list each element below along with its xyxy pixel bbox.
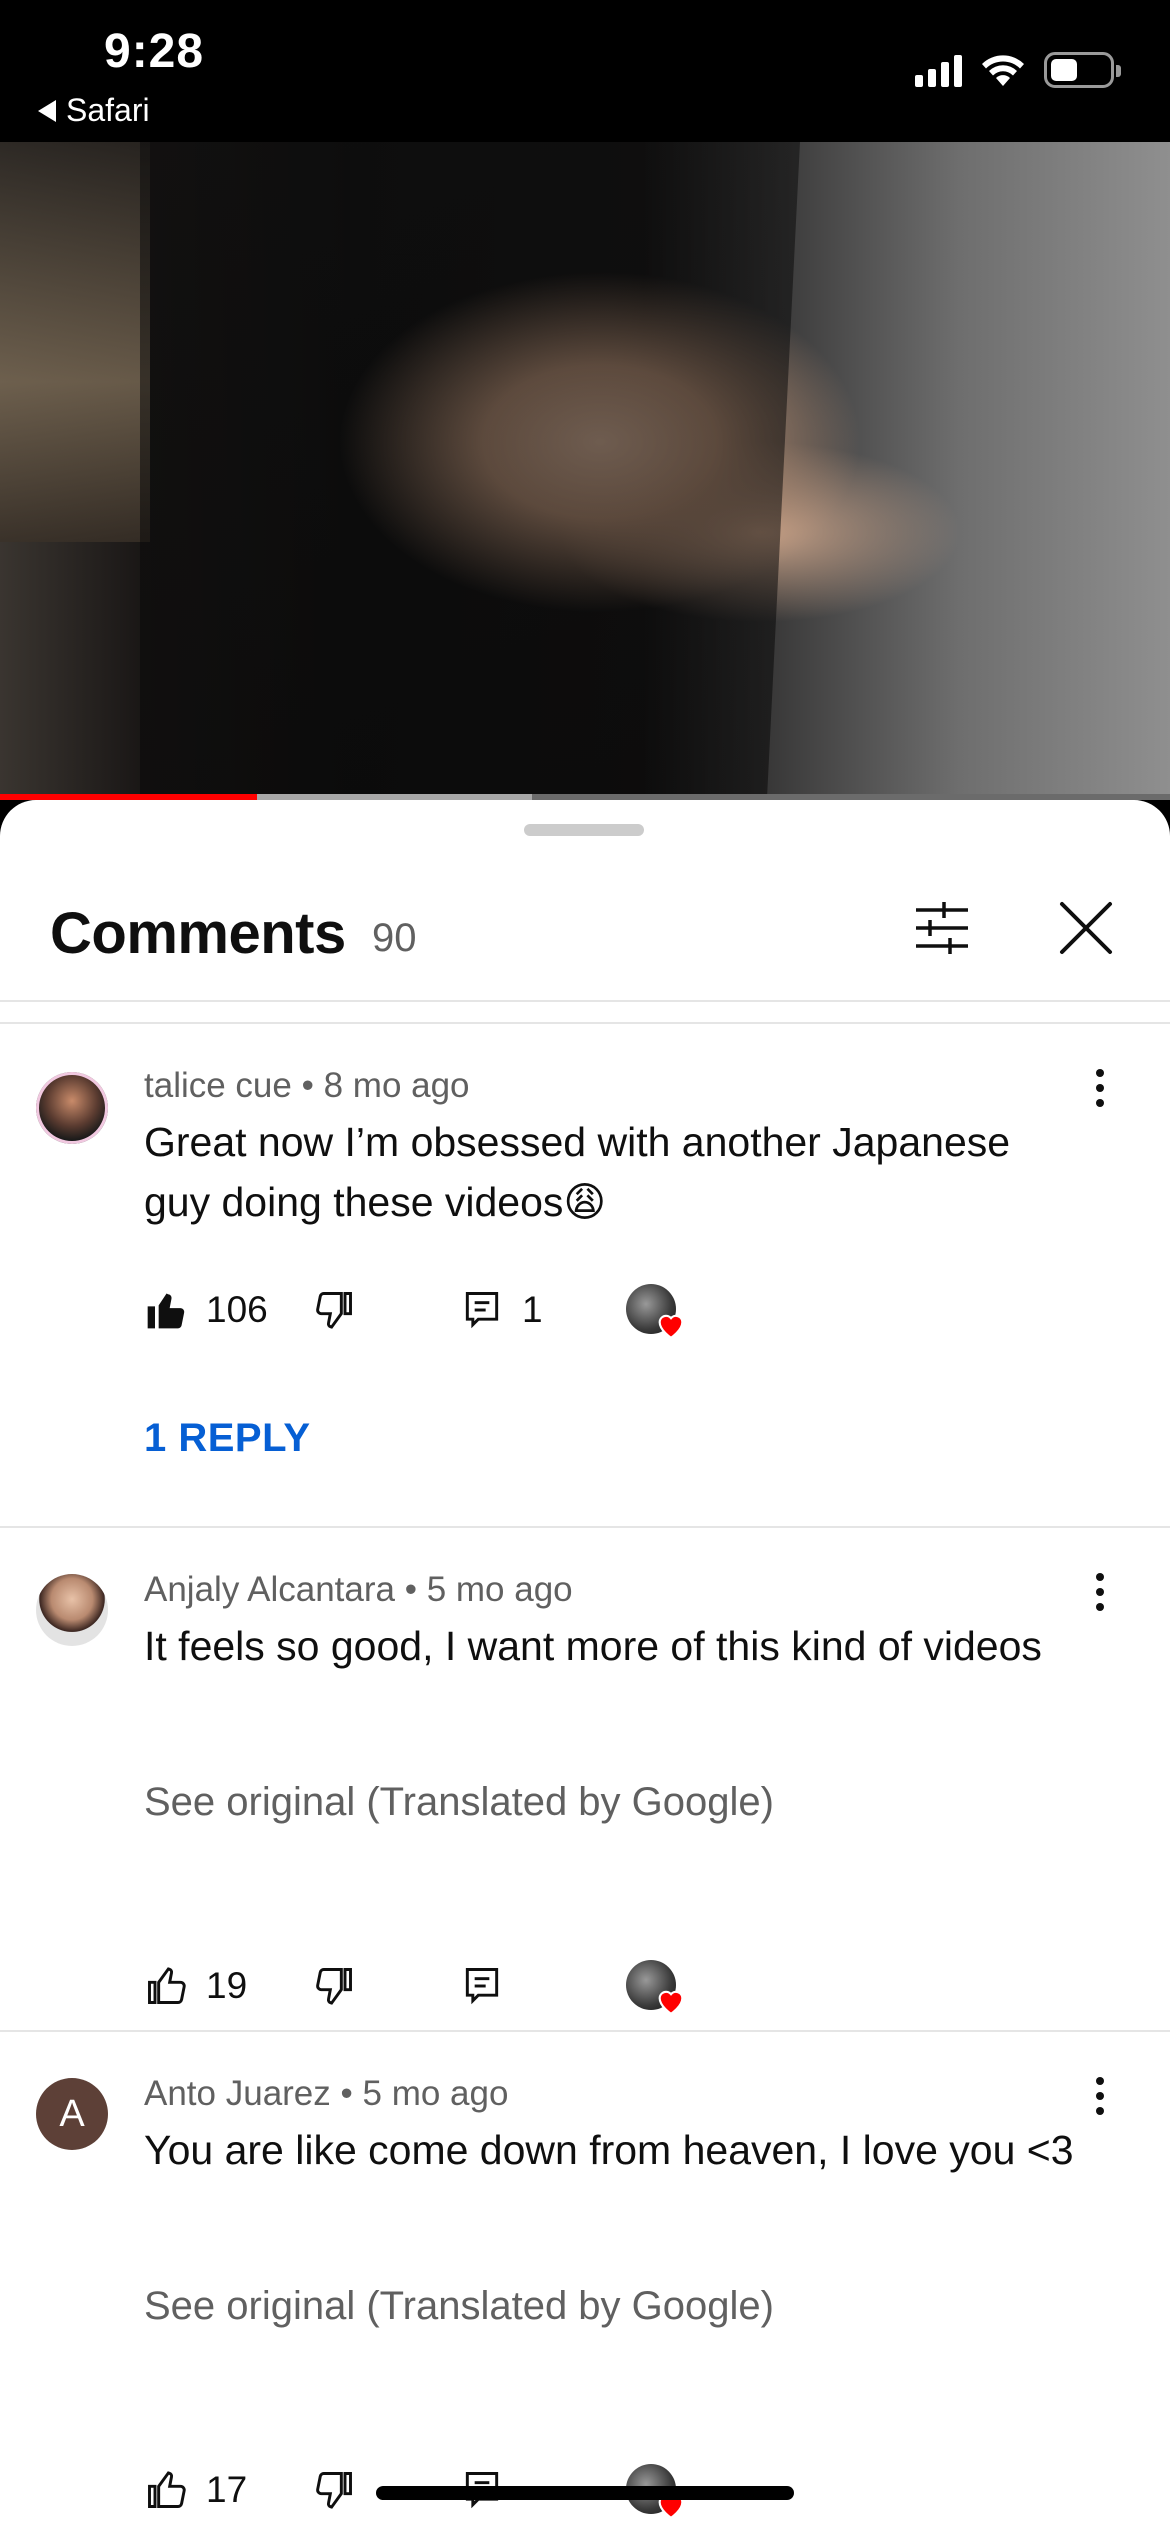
home-indicator[interactable]	[376, 2486, 794, 2500]
comments-sheet: Comments 90 talice cue • 8 mo ago Great …	[0, 800, 1170, 2532]
thumbs-up-filled-icon	[147, 1293, 185, 1329]
reply-button[interactable]	[460, 1956, 504, 2016]
comment-age: 5 mo ago	[426, 1570, 573, 1609]
header-divider	[0, 1000, 1170, 1002]
more-options-icon[interactable]	[1086, 1564, 1114, 1620]
reply-comment-icon	[465, 1292, 499, 1329]
heart-icon	[658, 1314, 684, 1340]
list-top-divider	[0, 1022, 1170, 1024]
creator-heart-badge	[626, 1956, 692, 2022]
comment-text: Great now I’m obsessed with another Japa…	[144, 1119, 1011, 1225]
wifi-icon	[982, 55, 1024, 86]
avatar[interactable]	[36, 1072, 108, 1144]
reply-comment-icon	[465, 1968, 499, 2005]
status-bar: 9:28 Safari	[0, 0, 1170, 142]
back-app-label: Safari	[66, 92, 150, 128]
like-button[interactable]: 19	[144, 1956, 247, 2016]
like-count: 19	[206, 1965, 248, 2006]
comment-divider	[0, 1526, 1170, 1528]
comment-divider	[0, 2030, 1170, 2032]
dislike-button[interactable]	[312, 1956, 356, 2016]
like-count: 106	[206, 1289, 268, 1330]
comments-count: 90	[372, 916, 417, 960]
thumbs-up-icon	[148, 2471, 186, 2508]
heart-icon	[658, 1990, 684, 2016]
comment-author[interactable]: talice cue	[144, 1066, 292, 1105]
comment-author[interactable]: Anjaly Alcantara	[144, 1570, 395, 1609]
comment-meta: talice cue • 8 mo ago	[144, 1066, 470, 1105]
reply-count: 1	[522, 1289, 543, 1330]
comment-actions: 19	[144, 1956, 844, 2016]
avatar-letter: A	[59, 2092, 85, 2135]
thumbs-up-icon	[148, 1967, 186, 2004]
comment-text: You are like come down from heaven, I lo…	[144, 2127, 1074, 2173]
video-player[interactable]	[0, 142, 1170, 798]
comment-text: It feels so good, I want more of this ki…	[144, 1623, 1042, 1669]
comment-actions: 106 1	[144, 1280, 844, 1340]
comment-age: 8 mo ago	[323, 1066, 470, 1105]
comment-age: 5 mo ago	[362, 2074, 509, 2113]
see-original-link[interactable]: See original (Translated by Google)	[144, 1780, 774, 1825]
thumbs-down-icon	[316, 2472, 352, 2509]
like-button[interactable]: 106	[144, 1280, 268, 1340]
comment-meta: Anjaly Alcantara • 5 mo ago	[144, 1570, 573, 1609]
comments-header: Comments 90	[0, 860, 1170, 1000]
like-count: 17	[206, 2469, 248, 2510]
battery-icon	[1044, 52, 1121, 88]
avatar[interactable]	[36, 1574, 108, 1646]
status-time: 9:28	[104, 25, 205, 78]
avatar[interactable]: A	[36, 2078, 108, 2150]
dislike-button[interactable]	[312, 2460, 356, 2520]
back-to-safari-button[interactable]: Safari	[38, 92, 150, 129]
sheet-drag-handle[interactable]	[524, 824, 644, 836]
comments-title: Comments	[50, 901, 346, 966]
see-original-link[interactable]: See original (Translated by Google)	[144, 2284, 774, 2329]
more-options-icon[interactable]	[1086, 1060, 1114, 1116]
more-options-icon[interactable]	[1086, 2068, 1114, 2124]
cellular-signal-icon	[915, 53, 962, 87]
filter-icon[interactable]	[910, 896, 974, 960]
dislike-button[interactable]	[312, 1280, 356, 1340]
back-arrow-icon	[38, 99, 56, 122]
comment-meta: Anto Juarez • 5 mo ago	[144, 2074, 509, 2113]
creator-heart-badge	[626, 1280, 692, 1346]
thumbs-down-icon	[316, 1968, 352, 2005]
comment-author[interactable]: Anto Juarez	[144, 2074, 331, 2113]
like-button[interactable]: 17	[144, 2460, 247, 2520]
close-icon[interactable]	[1054, 896, 1118, 960]
status-icons	[915, 52, 1121, 88]
view-replies-link[interactable]: 1 REPLY	[144, 1416, 311, 1461]
thumbs-down-icon	[316, 1292, 352, 1329]
reply-button[interactable]: 1	[460, 1280, 543, 1340]
